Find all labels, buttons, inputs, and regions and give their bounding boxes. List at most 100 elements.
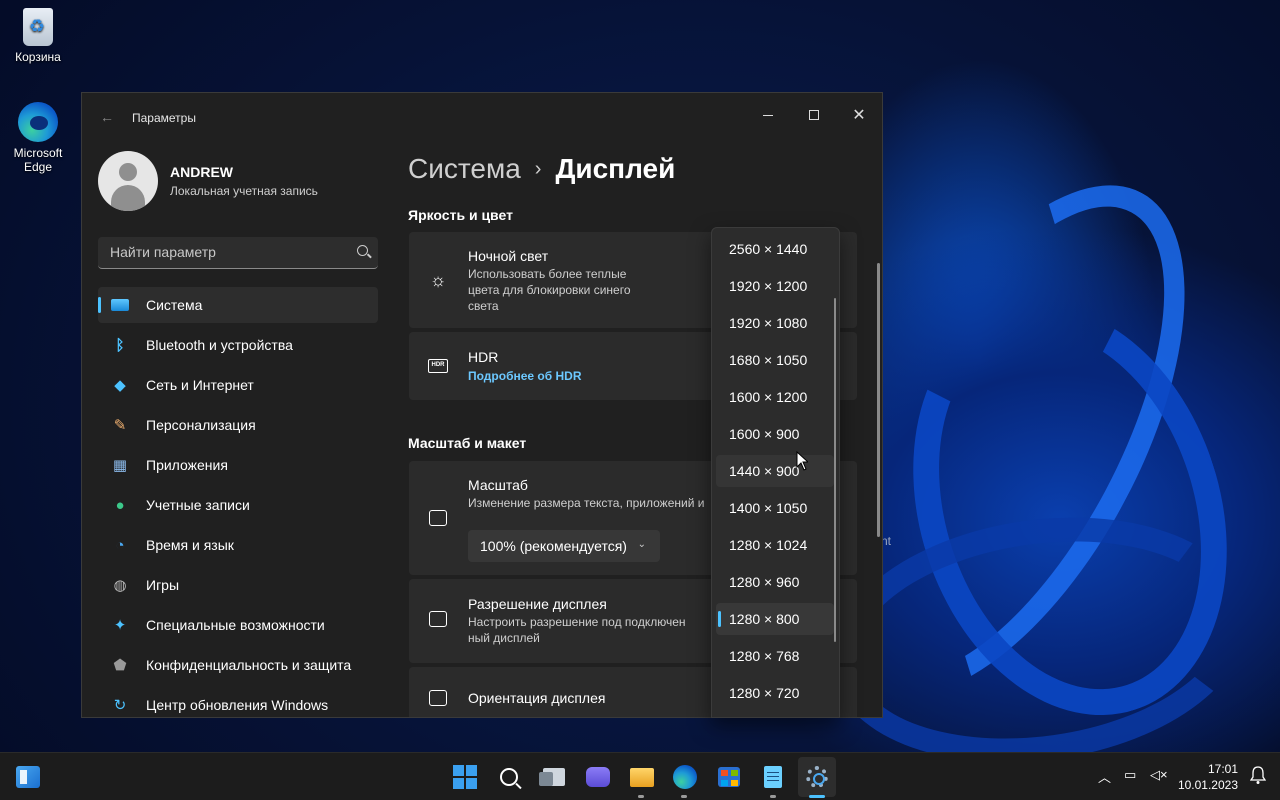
resolution-title: Разрешение дисплея: [468, 596, 607, 612]
taskbar-search-button[interactable]: [495, 763, 523, 791]
edge-icon: [18, 102, 58, 142]
hdr-icon: HDR: [427, 355, 449, 377]
recycle-bin-icon: [23, 8, 53, 46]
resolution-desc-1: Настроить разрешение под подключен: [468, 615, 686, 629]
scale-desc: Изменение размера текста, приложений и: [468, 496, 705, 510]
page-title: Дисплей: [555, 153, 676, 184]
sidebar-item-label: Сеть и Интернет: [146, 377, 254, 393]
sidebar-item-accessibility[interactable]: ✦ Специальные возможности: [98, 607, 378, 643]
user-profile[interactable]: ANDREW Локальная учетная запись: [98, 151, 318, 211]
widgets-icon[interactable]: [16, 766, 40, 788]
sidebar-item-label: Приложения: [146, 457, 228, 473]
windows-logo-icon: [453, 765, 477, 789]
sidebar-item-label: Конфиденциальность и защита: [146, 657, 352, 673]
settings-button[interactable]: [803, 763, 831, 791]
settings-gear-icon: [806, 766, 828, 788]
notepad-button[interactable]: [759, 763, 787, 791]
sidebar-item-label: Персонализация: [146, 417, 256, 433]
title-bar[interactable]: ← Параметры ✕: [82, 93, 882, 143]
hdr-learn-more-link[interactable]: Подробнее об HDR: [468, 369, 582, 383]
search-icon: [500, 768, 518, 786]
clock[interactable]: 17:01 10.01.2023: [1178, 761, 1238, 793]
update-icon: ↻: [113, 697, 127, 714]
task-view-button[interactable]: [539, 763, 568, 791]
scale-icon: [427, 507, 449, 529]
notification-bell-icon[interactable]: [1249, 765, 1267, 785]
edge-button[interactable]: [671, 763, 699, 791]
start-button[interactable]: [451, 763, 479, 791]
main-scrollbar[interactable]: [877, 263, 880, 537]
dropdown-scrollbar[interactable]: [834, 298, 836, 642]
resolution-option[interactable]: 1280 × 1024: [716, 529, 834, 561]
task-view-icon: [539, 768, 565, 786]
resolution-option[interactable]: 1920 × 1200: [716, 270, 834, 302]
volume-muted-icon[interactable]: ◁×: [1150, 767, 1168, 783]
sidebar-item-system[interactable]: Система: [98, 287, 378, 323]
desktop-edge[interactable]: Microsoft Edge: [0, 102, 76, 174]
apps-icon: ▦: [112, 457, 128, 474]
chevron-up-icon[interactable]: ︿: [1098, 767, 1111, 786]
resolution-option[interactable]: 1680 × 1050: [716, 344, 834, 376]
chat-button[interactable]: [584, 763, 612, 791]
recycle-bin-label: Корзина: [15, 50, 61, 64]
clock-date: 10.01.2023: [1177, 778, 1238, 792]
sidebar-item-apps[interactable]: ▦ Приложения: [98, 447, 378, 483]
sidebar-item-accounts[interactable]: ● Учетные записи: [98, 487, 378, 523]
resolution-option[interactable]: 1280 × 768: [716, 640, 834, 672]
user-name: ANDREW: [170, 164, 233, 180]
account-type: Локальная учетная запись: [170, 184, 318, 198]
desktop-recycle-bin[interactable]: Корзина: [0, 8, 76, 64]
search-icon[interactable]: [357, 245, 368, 256]
shield-icon: ⬟: [113, 657, 127, 674]
resolution-option[interactable]: 1280 × 960: [716, 566, 834, 598]
monitor-icon: [110, 295, 130, 315]
sidebar-nav: Система ᛒ Bluetooth и устройства ◆ Сеть …: [98, 287, 378, 717]
avatar: [98, 151, 158, 211]
taskbar: ︿ ▭ ◁× 17:01 10.01.2023: [0, 752, 1280, 800]
orientation-icon: [427, 687, 449, 709]
maximize-button[interactable]: [794, 101, 834, 129]
sidebar-item-label: Bluetooth и устройства: [146, 337, 293, 353]
sidebar-item-personalization[interactable]: ✎ Персонализация: [98, 407, 378, 443]
minimize-button[interactable]: [748, 101, 788, 129]
file-explorer-button[interactable]: [628, 763, 656, 791]
resolution-option[interactable]: 1920 × 1080: [716, 307, 834, 339]
resolution-option-selected[interactable]: 1280 × 800: [716, 603, 834, 635]
sidebar-item-privacy[interactable]: ⬟ Конфиденциальность и защита: [98, 647, 378, 683]
night-light-desc-3: света: [468, 299, 499, 313]
sun-icon: ☼: [429, 269, 447, 290]
resolution-dropdown-list: 2560 × 1440 1920 × 1200 1920 × 1080 1680…: [711, 227, 840, 718]
sidebar-item-network[interactable]: ◆ Сеть и Интернет: [98, 367, 378, 403]
resolution-option[interactable]: 1600 × 900: [716, 418, 834, 450]
back-arrow-icon[interactable]: ←: [100, 109, 114, 125]
sidebar-item-time-language[interactable]: ◔ Время и язык: [98, 527, 378, 563]
chat-icon: [586, 767, 610, 787]
close-button[interactable]: ✕: [839, 101, 879, 129]
running-indicator: [681, 795, 687, 798]
account-icon: ●: [115, 496, 125, 514]
resolution-option-hovered[interactable]: 1440 × 900: [716, 455, 834, 487]
resolution-icon: [427, 608, 449, 630]
network-icon[interactable]: ▭: [1124, 767, 1136, 783]
scale-dropdown[interactable]: 100% (рекомендуется) ⌄: [468, 530, 660, 562]
file-explorer-icon: [630, 767, 654, 787]
resolution-option[interactable]: 1280 × 720: [716, 677, 834, 709]
sidebar: ANDREW Локальная учетная запись Система …: [82, 143, 392, 717]
resolution-option[interactable]: 1600 × 1200: [716, 381, 834, 413]
breadcrumb-parent[interactable]: Система: [408, 153, 521, 185]
store-button[interactable]: [715, 763, 743, 791]
sidebar-item-bluetooth[interactable]: ᛒ Bluetooth и устройства: [98, 327, 378, 363]
chevron-right-icon: ›: [534, 157, 542, 180]
resolution-option[interactable]: 1400 × 1050: [716, 492, 834, 524]
sidebar-item-gaming[interactable]: ◍ Игры: [98, 567, 378, 603]
edge-icon: [673, 765, 697, 789]
mouse-cursor-icon: [796, 450, 810, 476]
window-title: Параметры: [132, 111, 196, 125]
hdr-title: HDR: [468, 349, 499, 365]
clock-time: 17:01: [1207, 762, 1238, 776]
sidebar-item-windows-update[interactable]: ↻ Центр обновления Windows: [98, 687, 378, 717]
scale-dropdown-value: 100% (рекомендуется): [480, 538, 627, 554]
resolution-option[interactable]: 2560 × 1440: [716, 233, 834, 265]
search-input[interactable]: [98, 237, 338, 267]
wifi-icon: ◆: [114, 377, 126, 394]
